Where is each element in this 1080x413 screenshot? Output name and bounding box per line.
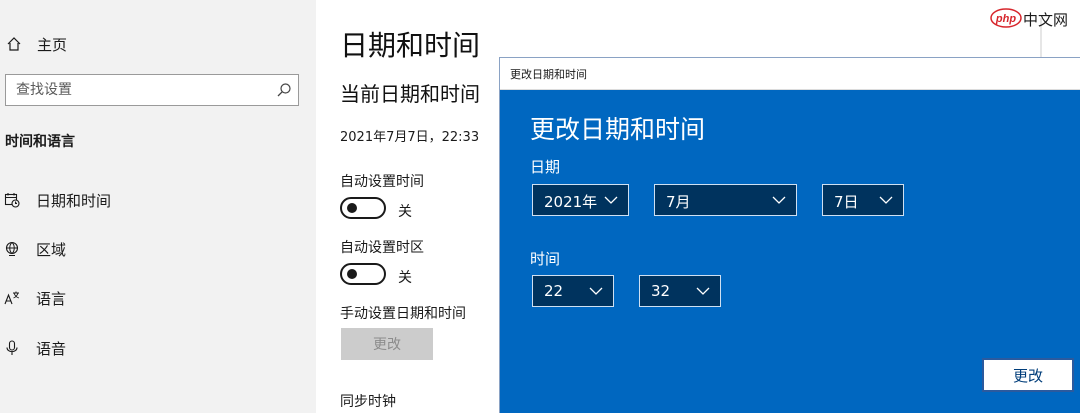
dialog-change-button[interactable]: 更改 [982,358,1074,392]
chevron-down-icon [589,287,603,295]
section-heading: 当前日期和时间 [340,82,480,106]
watermark-text: 中文网 [1023,11,1069,29]
change-button-disabled[interactable]: 更改 [341,328,433,360]
auto-time-label: 自动设置时间 [340,174,424,190]
section-title: 时间和语言 [5,134,75,150]
sidebar-item-label: 语音 [36,340,67,358]
month-select[interactable]: 7月 [654,184,797,216]
chevron-down-icon [604,196,618,204]
navigation-pane: 主页 时间和语言 日期和时间 区域 语言 [0,0,316,413]
current-datetime: 2021年7月7日，22:33 [340,130,480,145]
sidebar-item-speech[interactable]: 语音 [0,330,316,366]
change-datetime-dialog: 更改日期和时间 更改日期和时间 日期 2021年 7月 7日 时间 22 32 … [499,57,1080,413]
dialog-titlebar[interactable]: 更改日期和时间 [500,58,1080,90]
sync-clock-label: 同步时钟 [340,394,396,410]
globe-icon [5,241,19,256]
sidebar-item-label: 日期和时间 [36,192,112,210]
toggle-knob [347,269,357,279]
day-value: 7日 [834,193,859,211]
page-title: 日期和时间 [340,29,481,62]
hour-value: 22 [544,282,564,300]
chevron-down-icon [879,196,893,204]
day-select[interactable]: 7日 [822,184,904,216]
chevron-down-icon [696,287,710,295]
sidebar-item-date-time[interactable]: 日期和时间 [0,182,316,218]
site-watermark: php 中文网 [990,4,1078,32]
minute-value: 32 [651,282,671,300]
chevron-down-icon [772,196,786,204]
microphone-icon [6,340,18,355]
auto-zone-label: 自动设置时区 [340,240,424,256]
nav-home[interactable]: 主页 [0,26,316,60]
toggle-knob [347,203,357,213]
date-label: 日期 [530,158,561,176]
auto-time-state: 关 [398,204,412,220]
nav-home-label: 主页 [37,36,68,54]
search-input[interactable] [6,75,266,105]
search-box[interactable] [5,74,299,106]
auto-zone-toggle[interactable] [340,263,386,285]
auto-zone-state: 关 [398,270,412,286]
year-value: 2021年 [544,193,598,211]
calendar-clock-icon [4,193,20,208]
sidebar-item-language[interactable]: 语言 [0,280,316,316]
sidebar-item-region[interactable]: 区域 [0,231,316,267]
search-icon[interactable] [276,82,292,98]
year-select[interactable]: 2021年 [532,184,629,216]
sidebar-item-label: 区域 [36,241,67,259]
month-value: 7月 [666,193,691,211]
minute-select[interactable]: 32 [639,275,721,307]
dialog-window-title: 更改日期和时间 [510,68,587,81]
auto-time-toggle[interactable] [340,197,386,219]
language-icon [4,291,20,305]
hour-select[interactable]: 22 [532,275,614,307]
svg-text:php: php [995,13,1016,25]
sidebar-item-label: 语言 [36,290,67,308]
home-icon [7,37,21,51]
time-label: 时间 [530,250,561,268]
manual-datetime-label: 手动设置日期和时间 [340,306,466,322]
dialog-heading: 更改日期和时间 [530,115,706,144]
